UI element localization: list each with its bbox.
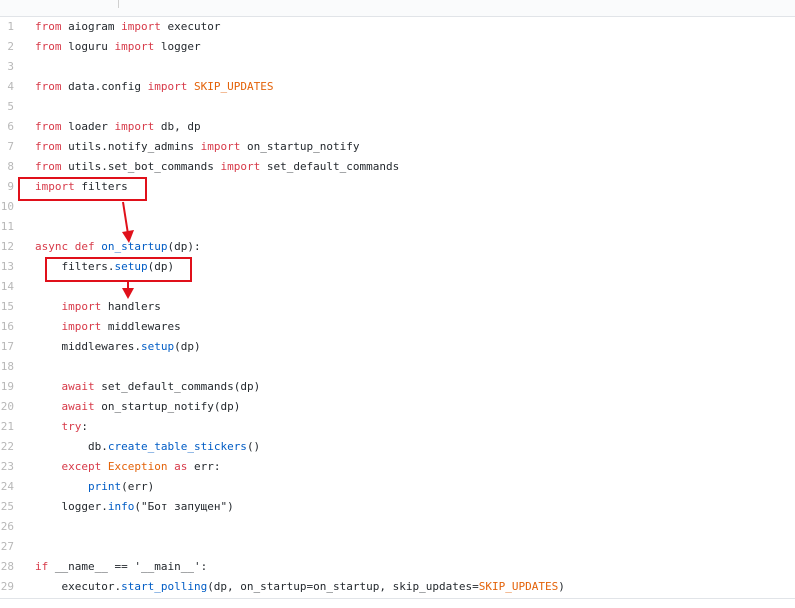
arrow-1 xyxy=(122,201,134,243)
annotation-arrows xyxy=(122,201,134,299)
arrow-2 xyxy=(122,282,134,299)
